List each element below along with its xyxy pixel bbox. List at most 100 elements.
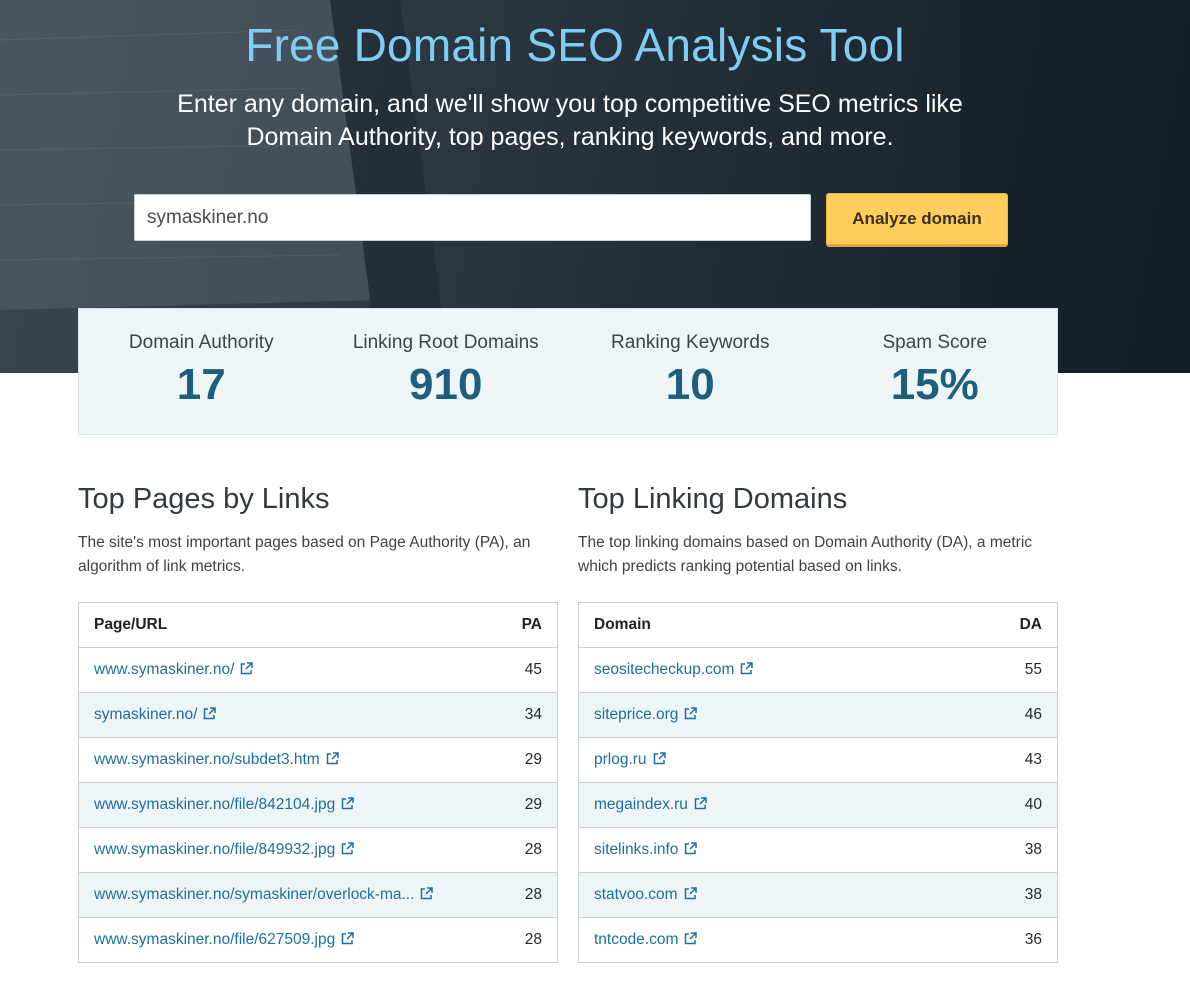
page-url-link[interactable]: www.symaskiner.no/file/849932.jpg	[94, 841, 335, 858]
external-link-icon	[326, 752, 339, 765]
table-row: statvoo.com 38	[578, 872, 1058, 918]
page-url-link[interactable]: www.symaskiner.no/	[94, 661, 234, 678]
metric-label: Spam Score	[882, 332, 988, 353]
external-link-icon	[342, 932, 354, 945]
table-cell-score: 28	[487, 917, 558, 963]
table-cell-score: 45	[487, 647, 558, 693]
metric-spam-score: Spam Score 15%	[813, 309, 1058, 434]
external-link-icon	[421, 887, 434, 900]
table-cell-link: sitelinks.info	[578, 827, 988, 873]
top-pages-section: Top Pages by Links The site's most impor…	[78, 483, 558, 963]
table-cell-link: www.symaskiner.no/file/842104.jpg	[78, 782, 488, 828]
table-cell-score: 55	[987, 647, 1058, 693]
top-pages-description: The site's most important pages based on…	[78, 534, 531, 575]
metric-ranking-keywords: Ranking Keywords 10	[568, 309, 813, 434]
domain-input[interactable]	[134, 194, 811, 241]
external-link-icon	[653, 752, 666, 765]
page-url-link[interactable]: www.symaskiner.no/subdet3.htm	[94, 751, 320, 768]
table-row: sitelinks.info 38	[578, 827, 1058, 873]
table-row: www.symaskiner.no/file/849932.jpg 28	[78, 827, 558, 873]
top-domains-section: Top Linking Domains The top linking doma…	[578, 483, 1058, 963]
external-link-icon	[685, 842, 698, 855]
table-cell-link: megaindex.ru	[578, 782, 988, 828]
top-pages-heading: Top Pages by Links	[78, 483, 330, 515]
table-cell-score: 40	[987, 782, 1058, 828]
table-row: seositecheckup.com 55	[578, 647, 1058, 693]
external-link-icon	[342, 797, 354, 810]
table-row: www.symaskiner.no/subdet3.htm 29	[78, 737, 558, 783]
column-header-domain[interactable]: Domain	[578, 602, 988, 648]
table-header-row: Page/URL PA	[78, 602, 558, 648]
table-row: www.symaskiner.no/file/842104.jpg 29	[78, 782, 558, 828]
external-link-icon	[241, 662, 254, 675]
table-cell-link: symaskiner.no/	[78, 692, 488, 738]
metric-linking-root-domains: Linking Root Domains 910	[324, 309, 569, 434]
table-cell-link: statvoo.com	[578, 872, 988, 918]
external-link-icon	[342, 842, 354, 855]
domain-link[interactable]: siteprice.org	[594, 706, 678, 723]
metric-label: Ranking Keywords	[611, 332, 770, 353]
table-cell-score: 46	[987, 692, 1058, 738]
table-cell-link: siteprice.org	[578, 692, 988, 738]
metric-value: 15%	[890, 360, 979, 409]
table-cell-link: www.symaskiner.no/file/627509.jpg	[78, 917, 488, 963]
top-domains-description: The top linking domains based on Domain …	[578, 534, 1033, 575]
top-pages-table: Page/URL PA www.symaskiner.no/45 symaskin…	[78, 602, 558, 963]
column-header-page-url[interactable]: Page/URL	[78, 602, 488, 648]
table-cell-score: 38	[987, 872, 1058, 918]
page-subtitle: Enter any domain, and we'll show you top…	[177, 90, 963, 151]
column-header-pa[interactable]: PA	[487, 602, 558, 648]
table-header-row: Domain DA	[578, 602, 1058, 648]
page-title: Free Domain SEO Analysis Tool	[245, 19, 905, 71]
metric-value: 910	[409, 360, 483, 409]
external-link-icon	[684, 887, 697, 900]
table-row: tntcode.com 36	[578, 917, 1058, 963]
analyze-domain-button[interactable]: Analyze domain	[826, 193, 1008, 245]
table-row: prlog.ru 43	[578, 737, 1058, 783]
external-link-icon	[204, 707, 217, 720]
page-url-link[interactable]: www.symaskiner.no/symaskiner/overlock-ma…	[94, 886, 414, 903]
metric-domain-authority: Domain Authority 17	[79, 309, 324, 434]
table-row: www.symaskiner.no/symaskiner/overlock-ma…	[78, 872, 558, 918]
table-cell-score: 36	[987, 917, 1058, 963]
page-url-link[interactable]: symaskiner.no/	[94, 706, 197, 723]
table-row: www.symaskiner.no/file/627509.jpg 28	[78, 917, 558, 963]
table-cell-link: tntcode.com	[578, 917, 988, 963]
top-domains-table: Domain DA seositecheckup.com 55 siteprice.…	[578, 602, 1058, 963]
table-cell-score: 29	[487, 782, 558, 828]
external-link-icon	[694, 797, 707, 810]
metric-label: Linking Root Domains	[352, 332, 539, 353]
domain-link[interactable]: tntcode.com	[594, 931, 678, 948]
metric-value: 17	[176, 360, 226, 409]
external-link-icon	[685, 932, 698, 945]
table-cell-score: 28	[487, 872, 558, 918]
table-cell-link: www.symaskiner.no/	[78, 647, 488, 693]
table-cell-link: www.symaskiner.no/file/849932.jpg	[78, 827, 488, 873]
domain-link[interactable]: megaindex.ru	[594, 796, 688, 813]
top-domains-heading: Top Linking Domains	[578, 483, 848, 515]
page-url-link[interactable]: www.symaskiner.no/file/627509.jpg	[94, 931, 335, 948]
external-link-icon	[685, 707, 698, 720]
table-cell-score: 34	[487, 692, 558, 738]
table-row: www.symaskiner.no/45	[78, 647, 558, 693]
table-row: siteprice.org 46	[578, 692, 1058, 738]
table-cell-link: www.symaskiner.no/subdet3.htm	[78, 737, 488, 783]
column-header-da[interactable]: DA	[987, 602, 1058, 648]
domain-link[interactable]: sitelinks.info	[594, 841, 678, 858]
table-cell-link: www.symaskiner.no/symaskiner/overlock-ma…	[78, 872, 488, 918]
table-row: megaindex.ru 40	[578, 782, 1058, 828]
page-url-link[interactable]: www.symaskiner.no/file/842104.jpg	[94, 796, 335, 813]
table-cell-score: 38	[987, 827, 1058, 873]
table-cell-score: 29	[487, 737, 558, 783]
table-cell-link: prlog.ru	[578, 737, 988, 783]
external-link-icon	[741, 662, 754, 675]
table-cell-score: 43	[987, 737, 1058, 783]
table-cell-score: 28	[487, 827, 558, 873]
domain-link[interactable]: prlog.ru	[594, 751, 647, 768]
domain-link[interactable]: seositecheckup.com	[594, 661, 734, 678]
metrics-panel: Domain Authority 17 Linking Root Domains…	[78, 308, 1058, 435]
metric-value: 10	[665, 360, 715, 409]
table-row: symaskiner.no/34	[78, 692, 558, 738]
metric-label: Domain Authority	[128, 332, 274, 353]
domain-link[interactable]: statvoo.com	[594, 886, 678, 903]
